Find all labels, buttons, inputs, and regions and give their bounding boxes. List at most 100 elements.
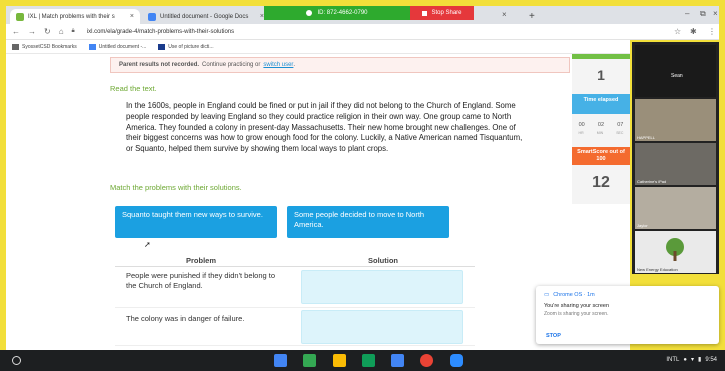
solution-drop-zone[interactable]	[301, 310, 463, 344]
zoom-gallery: Sean HAPPELL Catherine's iPad Jaylor New…	[632, 42, 719, 274]
bookmark-picture-dict[interactable]: Use of picture dicti...	[158, 43, 214, 50]
reading-passage: In the 1600s, people in England could be…	[126, 101, 523, 154]
participant-tile[interactable]: Jaylor	[635, 187, 716, 229]
timer-seconds: 07	[617, 122, 624, 128]
extensions-icon[interactable]: ✱	[690, 27, 697, 36]
bookmark-label: SyossetCSD Bookmarks	[22, 43, 77, 50]
smartscore-value: 12	[592, 174, 610, 191]
back-icon[interactable]: ←	[12, 27, 20, 36]
classroom-app-icon[interactable]	[362, 354, 375, 367]
minimize-icon[interactable]: –	[685, 9, 689, 18]
dictionary-icon	[158, 43, 166, 50]
share-status-icon	[306, 10, 313, 16]
meeting-id: ID: 872-4662-0790	[317, 10, 368, 16]
bookmark-untitled-doc[interactable]: Untitled document -...	[88, 43, 147, 50]
switch-user-link[interactable]: switch user	[263, 62, 293, 68]
alert-text: Continue practicing or	[202, 62, 261, 68]
questions-answered: 1	[597, 67, 605, 83]
notification-title: You're sharing your screen	[544, 303, 610, 309]
browser-toolbar: ← → ↻ ⌂ 🔒︎ ixl.com/ela/grade-4/match-pro…	[6, 24, 719, 40]
notification-source: ▭ Chrome OS · 1m	[544, 292, 595, 298]
smartscore-label: SmartScore out of 100	[572, 147, 630, 165]
participant-name: HAPPELL	[637, 135, 656, 140]
notification-source-text: Chrome OS · 1m	[553, 292, 595, 298]
cast-icon: ▭	[544, 292, 550, 298]
chrome-app-icon[interactable]	[420, 354, 433, 367]
reload-icon[interactable]: ↻	[44, 27, 51, 36]
new-tab-button[interactable]: +	[526, 9, 542, 24]
launcher-icon[interactable]	[12, 356, 21, 365]
stop-share-button[interactable]: Stop Share	[410, 6, 474, 20]
clock: 9:54	[705, 356, 717, 363]
camera-app-icon[interactable]	[391, 354, 404, 367]
timer-minutes: 02	[597, 122, 605, 128]
table-row: The colony was in danger of failure.	[115, 308, 475, 346]
timer-units: HR MIN SEC	[572, 131, 630, 135]
timer: 00 02 07	[572, 122, 630, 128]
zoom-share-bar[interactable]: ID: 872-4662-0790	[264, 6, 410, 20]
score-panel: 1 Time elapsed 00 02 07 HR MIN SEC Smart…	[572, 54, 630, 204]
answer-tile-squanto[interactable]: Squanto taught them new ways to survive.	[115, 206, 277, 238]
problem-text: The colony was in danger of failure.	[126, 314, 245, 323]
timer-hours: 00	[578, 122, 585, 128]
bookmark-label: Untitled document -...	[98, 43, 147, 50]
wifi-icon: ▾	[690, 357, 694, 363]
close-tab-icon[interactable]: ×	[502, 10, 507, 19]
solution-header: Solution	[368, 256, 398, 265]
tree-logo-icon	[666, 238, 684, 261]
status-tray[interactable]: INTL ● ▾ ▮ 9:54	[666, 356, 717, 364]
participant-name: Catherine's iPad	[637, 179, 667, 184]
tab-title: Untitled document - Google Docs	[160, 13, 249, 20]
docs-favicon-icon	[148, 12, 156, 21]
participant-tile[interactable]: New Energy Education	[635, 231, 716, 273]
chromeos-shelf: INTL ● ▾ ▮ 9:54	[0, 350, 725, 371]
tab-title: IXL | Match problems with their s	[28, 13, 115, 20]
bookmark-syosset[interactable]: SyossetCSD Bookmarks	[12, 43, 77, 50]
notification-icon: ●	[683, 356, 687, 363]
menu-icon[interactable]: ⋮	[708, 27, 716, 36]
time-elapsed-label: Time elapsed	[572, 94, 630, 114]
home-icon[interactable]: ⌂	[59, 27, 64, 36]
close-window-icon[interactable]: ×	[713, 9, 718, 18]
solution-drop-zone[interactable]	[301, 270, 463, 304]
unit-min: MIN	[596, 131, 604, 135]
forward-icon[interactable]: →	[28, 27, 36, 36]
participant-tile[interactable]: Catherine's iPad	[635, 143, 716, 185]
folder-icon	[12, 43, 19, 50]
answer-tile-move[interactable]: Some people decided to move to North Ame…	[287, 206, 449, 238]
alert-title: Parent results not recorded.	[119, 62, 200, 68]
stop-sharing-button[interactable]: STOP	[546, 333, 561, 339]
tab-ixl[interactable]: IXL | Match problems with their s ×	[10, 9, 140, 24]
ixl-favicon-icon	[16, 12, 24, 21]
stop-icon	[422, 10, 428, 16]
address-bar[interactable]: ixl.com/ela/grade-4/match-problems-with-…	[87, 29, 234, 35]
participant-name: New Energy Education	[637, 267, 678, 272]
participant-tile[interactable]: Sean	[635, 45, 716, 97]
bookmarks-bar: SyossetCSD Bookmarks Untitled document -…	[6, 40, 630, 54]
read-instruction: Read the text.	[110, 84, 157, 93]
lock-icon: 🔒︎	[71, 28, 75, 34]
score-accent-bar	[572, 54, 630, 59]
stop-share-label: Stop Share	[431, 10, 462, 16]
match-instruction: Match the problems with their solutions.	[110, 183, 242, 192]
notification-body: Zoom is sharing your screen.	[544, 311, 609, 317]
mouse-cursor-icon: ➚	[144, 240, 151, 249]
bookmark-star-icon[interactable]: ☆	[674, 27, 681, 36]
battery-icon: ▮	[698, 357, 702, 363]
input-locale: INTL	[666, 356, 680, 363]
keep-app-icon[interactable]	[333, 354, 346, 367]
drive-app-icon[interactable]	[303, 354, 316, 367]
tab-google-docs[interactable]: Untitled document - Google Docs ×	[142, 9, 270, 24]
parent-alert: Parent results not recorded. Continue pr…	[110, 57, 570, 73]
docs-app-icon[interactable]	[274, 354, 287, 367]
table-row: People were punished if they didn't belo…	[115, 266, 475, 308]
participant-tile[interactable]: HAPPELL	[635, 99, 716, 141]
participant-name: Jaylor	[637, 223, 648, 228]
maximize-icon[interactable]: ⧉	[700, 9, 706, 19]
docs-icon	[88, 43, 96, 50]
zoom-app-icon[interactable]	[450, 354, 463, 367]
unit-sec: SEC	[616, 131, 624, 135]
participant-name: Sean	[671, 73, 683, 79]
screen-share-notification: ▭ Chrome OS · 1m You're sharing your scr…	[536, 286, 719, 344]
close-tab-icon[interactable]: ×	[130, 13, 134, 20]
